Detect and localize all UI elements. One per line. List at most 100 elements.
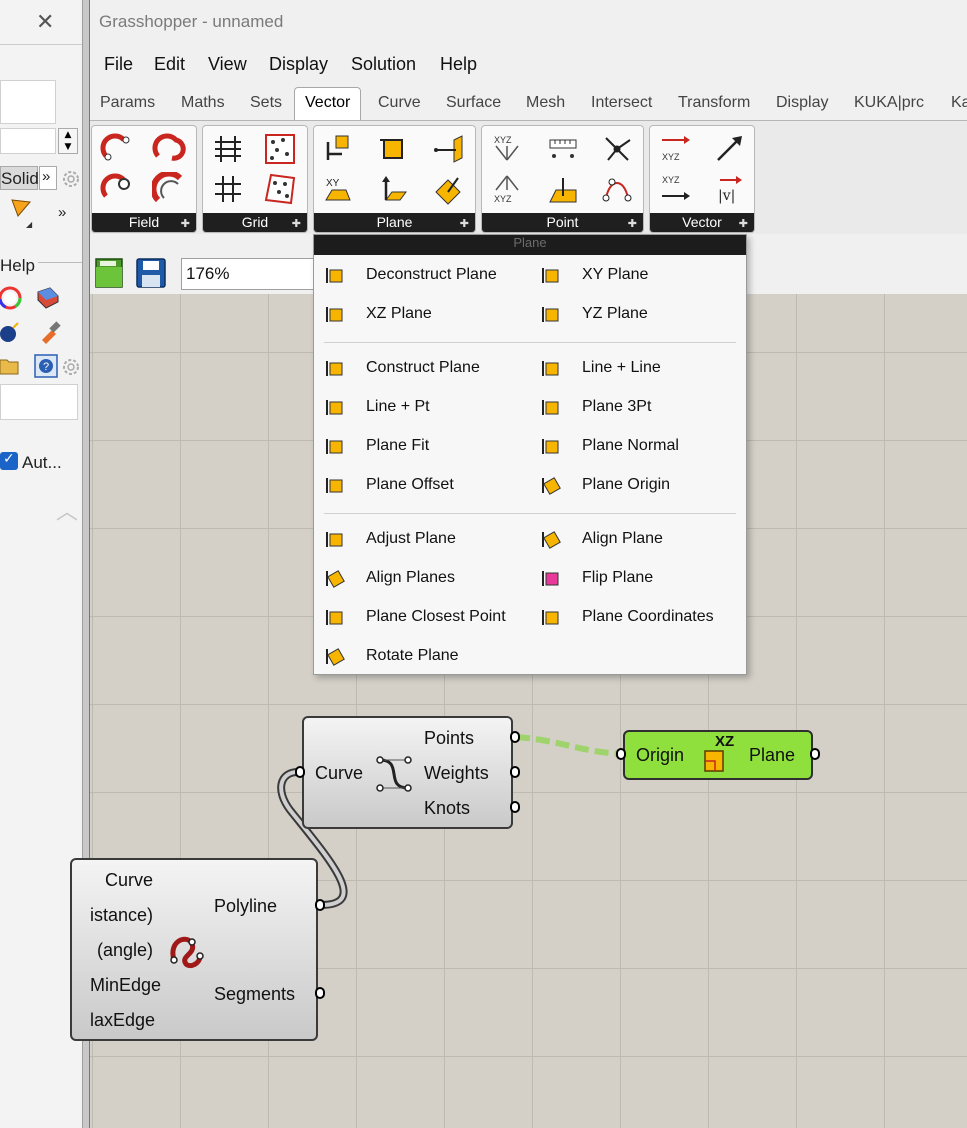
dropdown-item-label: Plane 3Pt bbox=[582, 398, 652, 415]
eyedropper-icon[interactable] bbox=[38, 320, 62, 344]
dropdown-item-plane-3pt[interactable]: Plane 3Pt bbox=[540, 392, 651, 422]
plane-closest-point-icon bbox=[324, 606, 346, 628]
dropdown-item-line-line[interactable]: Line + Line bbox=[540, 353, 661, 383]
gear-icon[interactable] bbox=[60, 356, 82, 378]
divider bbox=[38, 262, 82, 263]
dropdown-item-flip-plane[interactable]: Flip Plane bbox=[540, 563, 653, 593]
output-port-segments[interactable] bbox=[315, 987, 325, 999]
plane-coordinates-icon bbox=[540, 606, 562, 628]
input-origin-label: Origin bbox=[636, 745, 685, 765]
color-wheel-icon[interactable] bbox=[0, 286, 22, 310]
input-maxedge-label: laxEdge bbox=[90, 1010, 156, 1030]
spinner-icon[interactable]: ▲ ▼ bbox=[58, 128, 78, 154]
auto-checkbox-label: Aut... bbox=[22, 453, 62, 472]
scroll-up-icon[interactable]: ︿ bbox=[56, 494, 78, 526]
dropdown-item-plane-offset[interactable]: Plane Offset bbox=[324, 470, 454, 500]
dropdown-item-label: Plane Origin bbox=[582, 476, 671, 493]
control-points-component[interactable]: Curve Points Weights Knots bbox=[302, 716, 513, 829]
command-input[interactable] bbox=[0, 384, 78, 420]
dropdown-item-deconstruct-plane[interactable]: Deconstruct Plane bbox=[324, 260, 497, 290]
dropdown-item-label: XZ Plane bbox=[366, 305, 432, 322]
dropdown-item-xy-plane[interactable]: XY Plane bbox=[540, 260, 648, 290]
cone-tool-icon[interactable] bbox=[10, 196, 34, 220]
construct-plane-icon bbox=[324, 357, 346, 379]
dropdown-item-line-pt[interactable]: Line + Pt bbox=[324, 392, 430, 422]
overflow-icon[interactable]: » bbox=[58, 204, 66, 221]
dropdown-item-label: Line + Pt bbox=[366, 398, 430, 415]
bomb-icon[interactable] bbox=[0, 320, 22, 344]
output-port-polyline[interactable] bbox=[315, 899, 325, 911]
dropdown-separator bbox=[324, 513, 736, 514]
line-line-icon bbox=[540, 357, 562, 379]
flip-plane-icon bbox=[540, 567, 562, 589]
dropdown-item-label: Adjust Plane bbox=[366, 530, 456, 547]
xz-plane-icon bbox=[704, 750, 724, 772]
folder-open-icon[interactable] bbox=[0, 354, 22, 378]
dropdown-item-plane-fit[interactable]: Plane Fit bbox=[324, 431, 429, 461]
adjust-plane-icon bbox=[324, 528, 346, 550]
more-tabs-button[interactable]: » bbox=[39, 166, 57, 190]
close-icon[interactable]: ✕ bbox=[36, 10, 54, 35]
input-port-curve[interactable] bbox=[295, 766, 305, 778]
dropdown-item-label: YZ Plane bbox=[582, 305, 648, 322]
dropdown-item-xz-plane[interactable]: XZ Plane bbox=[324, 299, 432, 329]
output-port-plane[interactable] bbox=[810, 748, 820, 760]
input-minedge-label: MinEdge bbox=[90, 975, 162, 995]
grasshopper-window: Grasshopper - unnamed File Edit View Dis… bbox=[70, 0, 967, 1128]
dropdown-item-plane-closest-point[interactable]: Plane Closest Point bbox=[324, 602, 506, 632]
xz-plane-badge: XZ bbox=[715, 733, 735, 750]
output-knots-label: Knots bbox=[424, 798, 471, 818]
control-points-icon bbox=[376, 756, 412, 792]
dropdown-item-yz-plane[interactable]: YZ Plane bbox=[540, 299, 648, 329]
dropdown-item-label: Line + Line bbox=[582, 359, 661, 376]
polyline-icon bbox=[170, 936, 204, 969]
dropdown-item-label: Deconstruct Plane bbox=[366, 266, 497, 283]
dropdown-item-align-planes[interactable]: Align Planes bbox=[324, 563, 455, 593]
help-menu-label[interactable]: Help bbox=[0, 256, 35, 276]
help-icon[interactable]: ? bbox=[34, 354, 58, 378]
divider bbox=[0, 44, 82, 45]
plane-origin-icon bbox=[540, 474, 562, 496]
input-angle-label: (angle) bbox=[97, 940, 154, 960]
yz-plane-icon bbox=[540, 303, 562, 325]
dropdown-item-align-plane[interactable]: Align Plane bbox=[540, 524, 663, 554]
expand-icon[interactable]: ◢ bbox=[26, 220, 32, 229]
dropdown-separator bbox=[324, 342, 736, 343]
output-port-points[interactable] bbox=[510, 731, 520, 743]
align-planes-icon bbox=[324, 567, 346, 589]
dropdown-item-label: Align Planes bbox=[366, 569, 455, 586]
dropdown-item-label: Plane Closest Point bbox=[366, 608, 506, 625]
output-port-weights[interactable] bbox=[510, 766, 520, 778]
dropdown-item-label: Construct Plane bbox=[366, 359, 480, 376]
gear-icon[interactable] bbox=[60, 168, 82, 190]
output-points-label: Points bbox=[424, 728, 475, 748]
xy-plane-icon bbox=[540, 264, 562, 286]
solid-tab[interactable]: Solid bbox=[0, 166, 39, 190]
dropdown-header: Plane bbox=[314, 235, 746, 255]
dropdown-item-plane-coordinates[interactable]: Plane Coordinates bbox=[540, 602, 714, 632]
auto-checkbox[interactable]: ✓ bbox=[0, 451, 18, 470]
output-segments-label: Segments bbox=[214, 984, 296, 1004]
check-icon: ✓ bbox=[3, 451, 15, 467]
output-port-knots[interactable] bbox=[510, 801, 520, 813]
dropdown-item-label: Align Plane bbox=[582, 530, 663, 547]
dropdown-item-rotate-plane[interactable]: Rotate Plane bbox=[324, 641, 459, 671]
dropdown-item-plane-origin[interactable]: Plane Origin bbox=[540, 470, 670, 500]
xz-plane-component[interactable]: Origin XZ Plane bbox=[623, 730, 813, 780]
plane-dropdown-panel: Plane Deconstruct Plane XY Plane XZ Plane Y… bbox=[313, 234, 747, 675]
input-port-origin[interactable] bbox=[616, 748, 626, 760]
align-plane-icon bbox=[540, 528, 562, 550]
dropdown-item-plane-normal[interactable]: Plane Normal bbox=[540, 431, 679, 461]
material-icon[interactable] bbox=[36, 286, 60, 310]
xz-plane-icon bbox=[324, 303, 346, 325]
dropdown-item-label: XY Plane bbox=[582, 266, 649, 283]
svg-text:?: ? bbox=[43, 361, 49, 373]
dropdown-item-construct-plane[interactable]: Construct Plane bbox=[324, 353, 480, 383]
dropdown-item-label: Plane Normal bbox=[582, 437, 679, 454]
numeric-input[interactable] bbox=[0, 128, 56, 154]
input-curve-label: Curve bbox=[315, 763, 364, 783]
curve-to-polyline-component[interactable]: Curve istance) (angle) MinEdge laxEdge P… bbox=[70, 858, 318, 1041]
output-weights-label: Weights bbox=[424, 763, 489, 783]
dropdown-item-adjust-plane[interactable]: Adjust Plane bbox=[324, 524, 456, 554]
dropdown-item-label: Plane Coordinates bbox=[582, 608, 714, 625]
